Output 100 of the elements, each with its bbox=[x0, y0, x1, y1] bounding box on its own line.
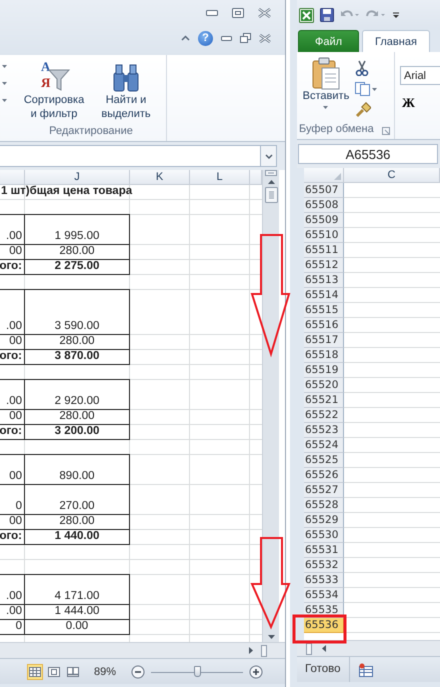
expand-icon[interactable] bbox=[264, 154, 272, 158]
scroll-right-icon[interactable] bbox=[248, 646, 255, 655]
table-cell: 280.00 bbox=[25, 410, 130, 425]
caret-icon[interactable] bbox=[2, 82, 8, 86]
name-box[interactable]: A65536 bbox=[298, 144, 438, 164]
row-header[interactable]: 65522 bbox=[304, 408, 344, 423]
table-cell: 280.00 bbox=[25, 245, 130, 260]
ribbon-tab[interactable]: Файл bbox=[298, 30, 360, 52]
row-header[interactable]: 65520 bbox=[304, 378, 344, 393]
scroll-left-icon[interactable] bbox=[320, 644, 327, 653]
split-box-icon[interactable] bbox=[265, 170, 277, 176]
table-cell: 1 440.00 bbox=[25, 530, 130, 545]
highlight-frame bbox=[292, 614, 346, 644]
row-header[interactable]: 65533 bbox=[304, 573, 344, 588]
row-header[interactable]: 65536 bbox=[304, 618, 344, 633]
table-cell: 280.00 bbox=[25, 515, 130, 530]
row-header[interactable]: 65517 bbox=[304, 333, 344, 348]
row-header[interactable]: 65525 bbox=[304, 453, 344, 468]
table-cell: 3 590.00 bbox=[25, 289, 130, 335]
view-button[interactable] bbox=[27, 664, 43, 680]
table-cell: 1 444.00 bbox=[25, 605, 130, 620]
split-box-icon[interactable] bbox=[261, 644, 267, 656]
find-select-button[interactable]: Найти и выделить bbox=[92, 59, 160, 125]
scissors-icon[interactable] bbox=[355, 60, 369, 76]
table-cell: 1 шт)бщая цена товара bbox=[0, 185, 130, 199]
format-painter-icon[interactable] bbox=[355, 102, 371, 118]
spreadsheet-app-icon[interactable] bbox=[299, 8, 314, 22]
row-header[interactable]: 65515 bbox=[304, 303, 344, 318]
split-box-icon[interactable] bbox=[306, 642, 312, 654]
table-cell: 3 870.00 bbox=[25, 350, 130, 365]
zoom-level: 89% bbox=[94, 666, 116, 678]
zoom-slider[interactable] bbox=[151, 664, 244, 678]
row-header[interactable]: 65530 bbox=[304, 528, 344, 543]
row-header[interactable]: 65510 bbox=[304, 228, 344, 243]
paste-button[interactable]: Вставить bbox=[301, 56, 351, 123]
status-text: Готово bbox=[297, 657, 350, 682]
table-cell: .00 bbox=[0, 574, 25, 605]
collapse-ribbon-icon[interactable] bbox=[181, 35, 190, 41]
row-header[interactable]: 65511 bbox=[304, 243, 344, 258]
row-header[interactable]: 65521 bbox=[304, 393, 344, 408]
row-header[interactable]: 65528 bbox=[304, 498, 344, 513]
clipboard-icon bbox=[311, 56, 341, 90]
row-header[interactable]: 65526 bbox=[304, 468, 344, 483]
table-cell: 0.00 bbox=[25, 620, 130, 635]
zoom-in-icon[interactable] bbox=[249, 664, 264, 678]
sort-filter-button[interactable]: А Я Сортировка и фильтр bbox=[20, 59, 88, 125]
row-header[interactable]: 65508 bbox=[304, 198, 344, 213]
table-cell: .00 bbox=[0, 605, 25, 620]
restore-icon[interactable] bbox=[240, 33, 251, 43]
table-cell: 00 bbox=[0, 410, 25, 425]
row-header[interactable]: 65513 bbox=[304, 273, 344, 288]
save-icon[interactable] bbox=[320, 8, 334, 22]
formula-field[interactable] bbox=[0, 145, 277, 167]
maximize-icon[interactable] bbox=[232, 8, 244, 18]
table-cell: 3 200.00 bbox=[25, 425, 130, 440]
row-header[interactable]: 65532 bbox=[304, 558, 344, 573]
table-cell: .00 bbox=[0, 379, 25, 410]
caret-icon[interactable] bbox=[2, 99, 8, 103]
table-cell: 280.00 bbox=[25, 335, 130, 350]
row-header[interactable]: 65507 bbox=[304, 183, 344, 198]
table-cell: 4 171.00 bbox=[25, 574, 130, 605]
row-header[interactable]: 65529 bbox=[304, 513, 344, 528]
close-icon[interactable] bbox=[259, 34, 271, 42]
scroll-thumb[interactable] bbox=[264, 187, 278, 203]
row-header[interactable]: 65509 bbox=[304, 213, 344, 228]
close-icon[interactable] bbox=[258, 8, 271, 18]
row-header[interactable]: 65519 bbox=[304, 363, 344, 378]
column-header[interactable]: L bbox=[190, 170, 250, 184]
font-field[interactable]: Arial bbox=[400, 66, 440, 85]
table-cell: ого: bbox=[0, 425, 25, 440]
column-header[interactable]: J bbox=[25, 170, 130, 184]
zoom-out-icon[interactable] bbox=[131, 664, 146, 678]
ribbon-tab[interactable]: Главная bbox=[362, 30, 430, 52]
table-cell: 00 bbox=[0, 245, 25, 260]
dialog-launcher-icon[interactable] bbox=[382, 127, 390, 135]
macro-record-icon[interactable] bbox=[358, 662, 374, 676]
vertical-scrollbar[interactable] bbox=[262, 170, 279, 642]
table-cell: 00 bbox=[0, 515, 25, 530]
table-cell: ого: bbox=[0, 260, 25, 275]
row-header[interactable]: 65534 bbox=[304, 588, 344, 603]
row-header[interactable]: 65516 bbox=[304, 318, 344, 333]
bold-button[interactable]: Ж bbox=[400, 95, 440, 111]
group-label: Редактирование bbox=[48, 125, 134, 139]
customize-toolbar-icon[interactable] bbox=[392, 10, 400, 20]
caret-icon[interactable] bbox=[2, 65, 8, 69]
column-header[interactable]: K bbox=[130, 170, 190, 184]
row-header[interactable]: 65524 bbox=[304, 438, 344, 453]
copy-icon[interactable] bbox=[355, 82, 377, 96]
row-header[interactable]: 65518 bbox=[304, 348, 344, 363]
row-header[interactable]: 65531 bbox=[304, 543, 344, 558]
table-cell: ого: bbox=[0, 350, 25, 365]
minimize-icon[interactable] bbox=[206, 10, 218, 16]
row-header[interactable]: 65527 bbox=[304, 483, 344, 498]
minimize-icon[interactable] bbox=[221, 36, 232, 40]
row-header[interactable]: 65523 bbox=[304, 423, 344, 438]
group-label: Буфер обмена bbox=[299, 123, 374, 137]
table-cell: .00 bbox=[0, 214, 25, 245]
row-header[interactable]: 65512 bbox=[304, 258, 344, 273]
row-header[interactable]: 65514 bbox=[304, 288, 344, 303]
table-cell: 0 bbox=[0, 485, 25, 515]
